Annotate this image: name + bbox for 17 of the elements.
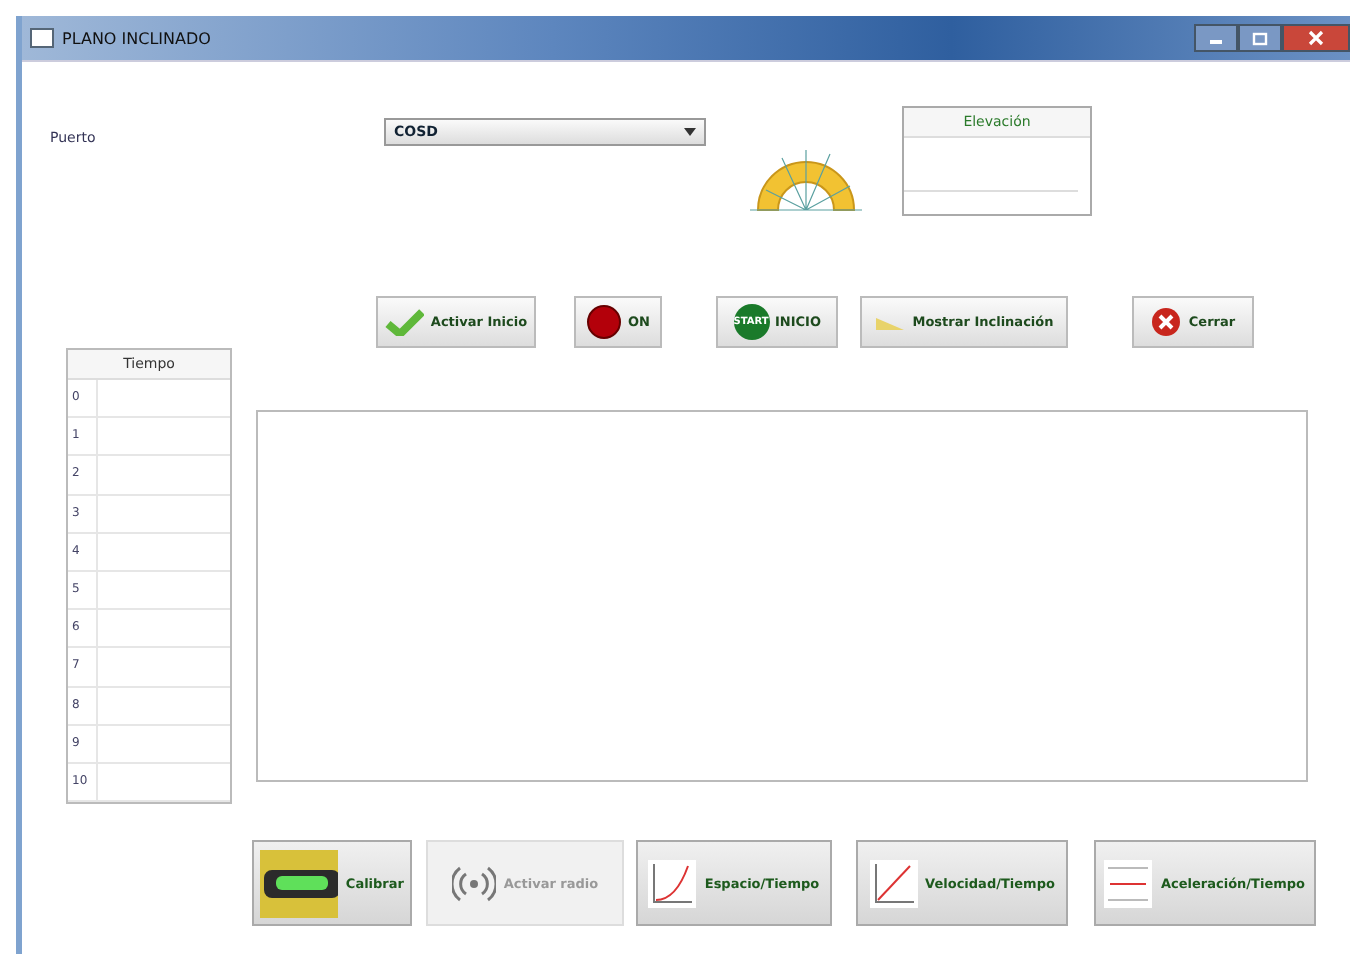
maximize-button[interactable] [1238, 24, 1282, 52]
minimize-button[interactable] [1194, 24, 1238, 52]
line-graph-icon [869, 859, 918, 908]
flat-graph-icon [1104, 859, 1153, 908]
window-title: PLANO INCLINADO [62, 29, 211, 47]
close-icon [1308, 30, 1324, 46]
checkmark-icon [384, 308, 425, 336]
close-button[interactable] [1282, 24, 1350, 52]
power-light-icon [586, 304, 623, 340]
incline-icon [874, 312, 907, 332]
maximize-icon [1252, 31, 1268, 45]
caret-icon [684, 128, 696, 136]
close-icon [1150, 306, 1183, 338]
radio-signal-icon [451, 865, 496, 902]
app-icon [30, 28, 54, 48]
spirit-level-icon [260, 849, 338, 918]
curve-graph-icon [648, 859, 697, 908]
